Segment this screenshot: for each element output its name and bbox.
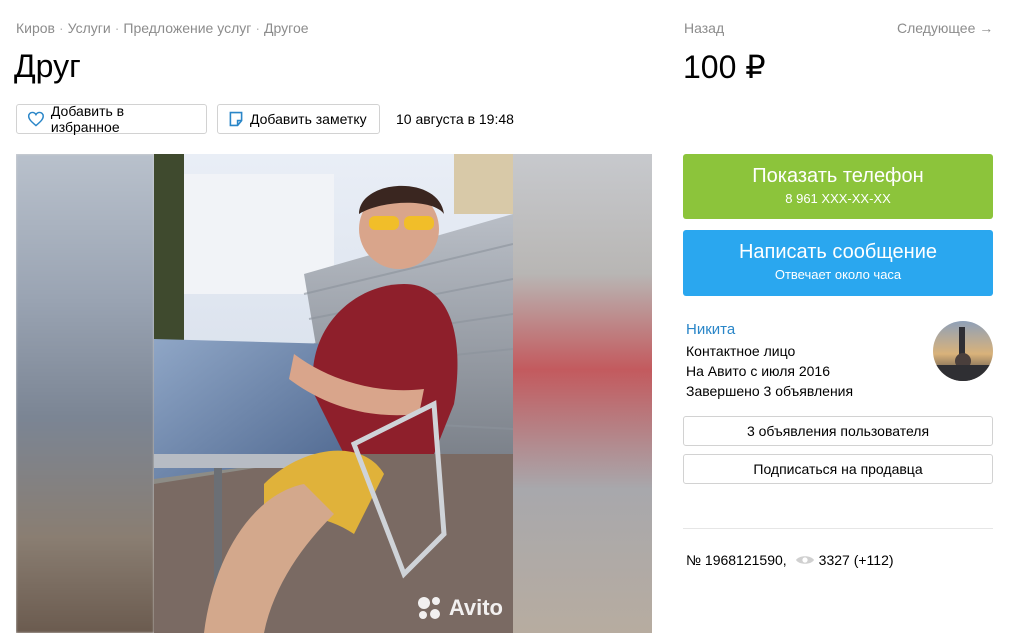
- seller-role: Контактное лицо: [686, 343, 796, 359]
- next-link[interactable]: Следующее →: [897, 20, 993, 36]
- breadcrumb-item-city[interactable]: Киров: [16, 20, 55, 36]
- add-note-label: Добавить заметку: [250, 111, 367, 127]
- seller-name-link[interactable]: Никита: [686, 321, 735, 338]
- breadcrumb-item-offer[interactable]: Предложение услуг: [123, 20, 251, 36]
- page-title: Друг: [14, 48, 81, 84]
- breadcrumb-separator: ·: [114, 20, 120, 36]
- show-phone-label: Показать телефон: [752, 165, 924, 187]
- divider: [683, 528, 993, 529]
- note-icon: [229, 111, 243, 127]
- subscribe-seller-button[interactable]: Подписаться на продавца: [683, 454, 993, 484]
- listing-date: 10 августа в 19:48: [396, 111, 514, 127]
- eye-icon: [795, 556, 814, 564]
- watermark-text: Avito: [448, 595, 503, 620]
- photo-gallery[interactable]: Avito: [16, 154, 652, 633]
- add-to-favorites-label: Добавить в избранное: [50, 103, 125, 135]
- view-count: 3327 (+112): [818, 552, 894, 568]
- price: 100 ₽: [683, 49, 766, 85]
- write-message-label: Написать сообщение: [738, 241, 937, 263]
- user-ads-button[interactable]: 3 объявления пользователя: [683, 416, 993, 446]
- write-message-button[interactable]: Написать сообщение Отвечает около часа: [683, 230, 993, 296]
- breadcrumb-separator: ·: [59, 20, 64, 36]
- show-phone-button[interactable]: Показать телефон 8 961 XXX-XX-XX: [683, 154, 993, 219]
- gallery-blurred-right: [513, 154, 652, 633]
- masked-phone: 8 961 XXX-XX-XX: [785, 191, 891, 206]
- heart-icon: [27, 111, 44, 127]
- listing-meta: № 1968121590, 3327 (+112): [686, 552, 894, 568]
- avito-watermark: Avito: [415, 595, 503, 621]
- add-to-favorites-button[interactable]: Добавить в избранное: [16, 103, 207, 135]
- seller-since: На Авито с июля 2016: [686, 363, 830, 379]
- listing-id: № 1968121590,: [686, 552, 787, 568]
- seller-completed-ads: Завершено 3 объявления: [686, 383, 854, 399]
- gallery-blurred-left: [16, 154, 154, 633]
- response-time: Отвечает около часа: [774, 267, 902, 282]
- add-note-button[interactable]: Добавить заметку: [217, 104, 380, 134]
- avatar[interactable]: [933, 321, 993, 381]
- back-link[interactable]: Назад: [684, 20, 724, 36]
- breadcrumb-item-other[interactable]: Другое: [264, 20, 308, 36]
- breadcrumb: Киров · Услуги · Предложение услуг · Другое: [16, 20, 309, 36]
- breadcrumb-separator: ·: [255, 20, 261, 36]
- avito-logo-icon: [417, 597, 440, 619]
- breadcrumb-item-services[interactable]: Услуги: [68, 20, 111, 36]
- listing-photo[interactable]: Avito: [154, 154, 513, 633]
